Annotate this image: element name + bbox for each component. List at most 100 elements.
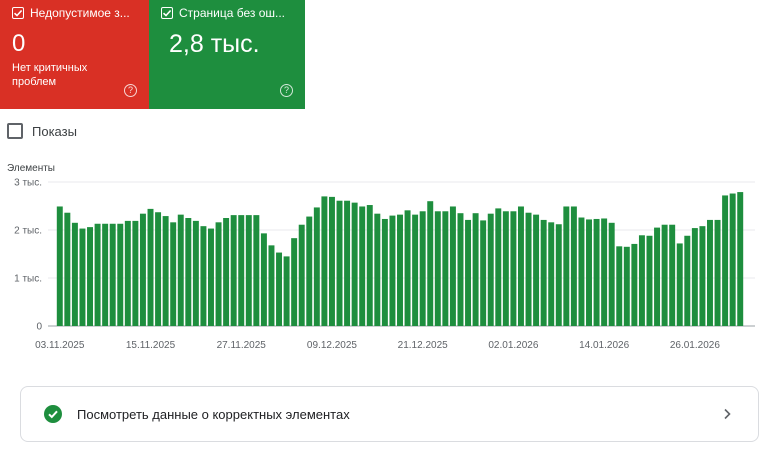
chart-bar[interactable]: [56, 206, 63, 326]
chart-bar[interactable]: [669, 224, 676, 326]
chart-bar[interactable]: [540, 219, 547, 326]
chart-bar[interactable]: [170, 222, 177, 326]
chart-bar[interactable]: [623, 246, 630, 326]
chart-bar[interactable]: [638, 235, 645, 326]
chart-bar[interactable]: [359, 206, 366, 326]
error-card[interactable]: Недопустимое з... 0 Нет критичных пробле…: [0, 0, 149, 109]
chart-bar[interactable]: [487, 213, 494, 326]
chart-bar[interactable]: [616, 246, 623, 326]
chart-bar[interactable]: [684, 235, 691, 326]
chart-bar[interactable]: [306, 216, 313, 326]
chart-bar[interactable]: [510, 211, 517, 326]
chart-bar[interactable]: [442, 211, 449, 326]
chart-bar[interactable]: [200, 226, 207, 326]
chart-bar[interactable]: [162, 216, 169, 326]
chart-bar[interactable]: [132, 220, 139, 326]
chart-bar[interactable]: [94, 223, 101, 326]
chart-bar[interactable]: [457, 213, 464, 326]
chart-bar[interactable]: [109, 223, 116, 326]
chart-bar[interactable]: [601, 218, 608, 326]
chart-bar[interactable]: [381, 218, 388, 326]
chart-bar[interactable]: [344, 200, 351, 326]
chart-bar[interactable]: [87, 227, 93, 326]
chart-bar[interactable]: [517, 206, 524, 326]
chart-bar[interactable]: [729, 193, 736, 326]
chart-bar[interactable]: [707, 219, 713, 326]
chart-bar[interactable]: [465, 219, 472, 326]
chart-bar[interactable]: [480, 220, 487, 326]
chart-bar[interactable]: [495, 208, 502, 326]
chart-bar[interactable]: [147, 208, 154, 326]
chart-bar[interactable]: [548, 222, 555, 326]
chart-bar[interactable]: [722, 195, 729, 326]
chart-bar[interactable]: [223, 218, 230, 326]
chart-bar[interactable]: [555, 224, 562, 326]
chart-bar[interactable]: [737, 192, 744, 326]
impressions-toggle[interactable]: Показы: [7, 123, 77, 139]
chart-bar[interactable]: [366, 205, 373, 326]
chart-bar[interactable]: [177, 214, 184, 326]
chart-bar[interactable]: [124, 220, 131, 326]
chart-bar[interactable]: [654, 227, 661, 326]
chart-bar[interactable]: [351, 202, 358, 326]
chart-bar[interactable]: [64, 212, 71, 326]
chart-bar[interactable]: [676, 243, 683, 326]
chart-bar[interactable]: [472, 213, 479, 326]
chart-bar[interactable]: [563, 206, 570, 326]
chart-bar[interactable]: [397, 214, 403, 326]
chart-bar[interactable]: [260, 233, 267, 326]
chart-bar[interactable]: [691, 228, 698, 326]
chart-bar[interactable]: [699, 226, 706, 326]
view-valid-items-row[interactable]: Посмотреть данные о корректных элементах: [20, 386, 759, 442]
chart-bar[interactable]: [208, 228, 214, 326]
chart-bar[interactable]: [71, 222, 78, 326]
chart-bar[interactable]: [374, 213, 381, 326]
chart-bar[interactable]: [578, 217, 585, 326]
chart-bar[interactable]: [321, 196, 328, 326]
chart-bar[interactable]: [525, 212, 532, 326]
chart-bar[interactable]: [298, 224, 305, 326]
chart-bar[interactable]: [631, 243, 638, 326]
chart-bar[interactable]: [502, 211, 509, 326]
chart-bar[interactable]: [608, 222, 615, 326]
chart-bar[interactable]: [336, 200, 343, 326]
valid-card[interactable]: Страница без ош... 2,8 тыс. ?: [149, 0, 305, 109]
chart-bar[interactable]: [593, 218, 600, 326]
help-icon[interactable]: ?: [124, 84, 137, 97]
help-icon[interactable]: ?: [280, 84, 293, 97]
chart-bar[interactable]: [646, 235, 653, 326]
chart-bar[interactable]: [215, 222, 222, 326]
chart-bar[interactable]: [661, 224, 668, 326]
chart-bar[interactable]: [117, 223, 124, 326]
chart-bar[interactable]: [404, 210, 411, 326]
chart-bar[interactable]: [533, 214, 540, 326]
checkbox-checked-icon[interactable]: [12, 7, 24, 19]
chart-bar[interactable]: [276, 252, 283, 326]
chart-bar[interactable]: [268, 245, 275, 326]
chart-bar[interactable]: [139, 213, 146, 326]
chart-bar[interactable]: [253, 215, 260, 326]
chart-bar[interactable]: [102, 223, 109, 326]
chart-bar[interactable]: [328, 196, 335, 326]
chart-bar[interactable]: [155, 212, 162, 326]
chart-bar[interactable]: [79, 228, 86, 326]
chart-bar[interactable]: [245, 215, 252, 326]
chart-bar[interactable]: [427, 201, 434, 326]
chart-bar[interactable]: [412, 214, 419, 326]
chart-bar[interactable]: [419, 211, 426, 326]
chart-bar[interactable]: [192, 220, 199, 326]
impressions-checkbox[interactable]: [7, 123, 23, 139]
chart-bar[interactable]: [389, 215, 396, 326]
chart-bar[interactable]: [238, 215, 245, 326]
chart-bar[interactable]: [570, 206, 577, 326]
chart-bar[interactable]: [313, 207, 320, 326]
chart-bar[interactable]: [586, 219, 592, 326]
chart-bar[interactable]: [291, 238, 298, 326]
chart-bar[interactable]: [283, 256, 290, 326]
checkbox-checked-icon[interactable]: [161, 7, 173, 19]
chart-bar[interactable]: [714, 219, 721, 326]
chart-bar[interactable]: [185, 218, 192, 326]
chart-bar[interactable]: [449, 206, 456, 326]
chart-bar[interactable]: [434, 211, 441, 326]
chart-bar[interactable]: [230, 215, 237, 326]
